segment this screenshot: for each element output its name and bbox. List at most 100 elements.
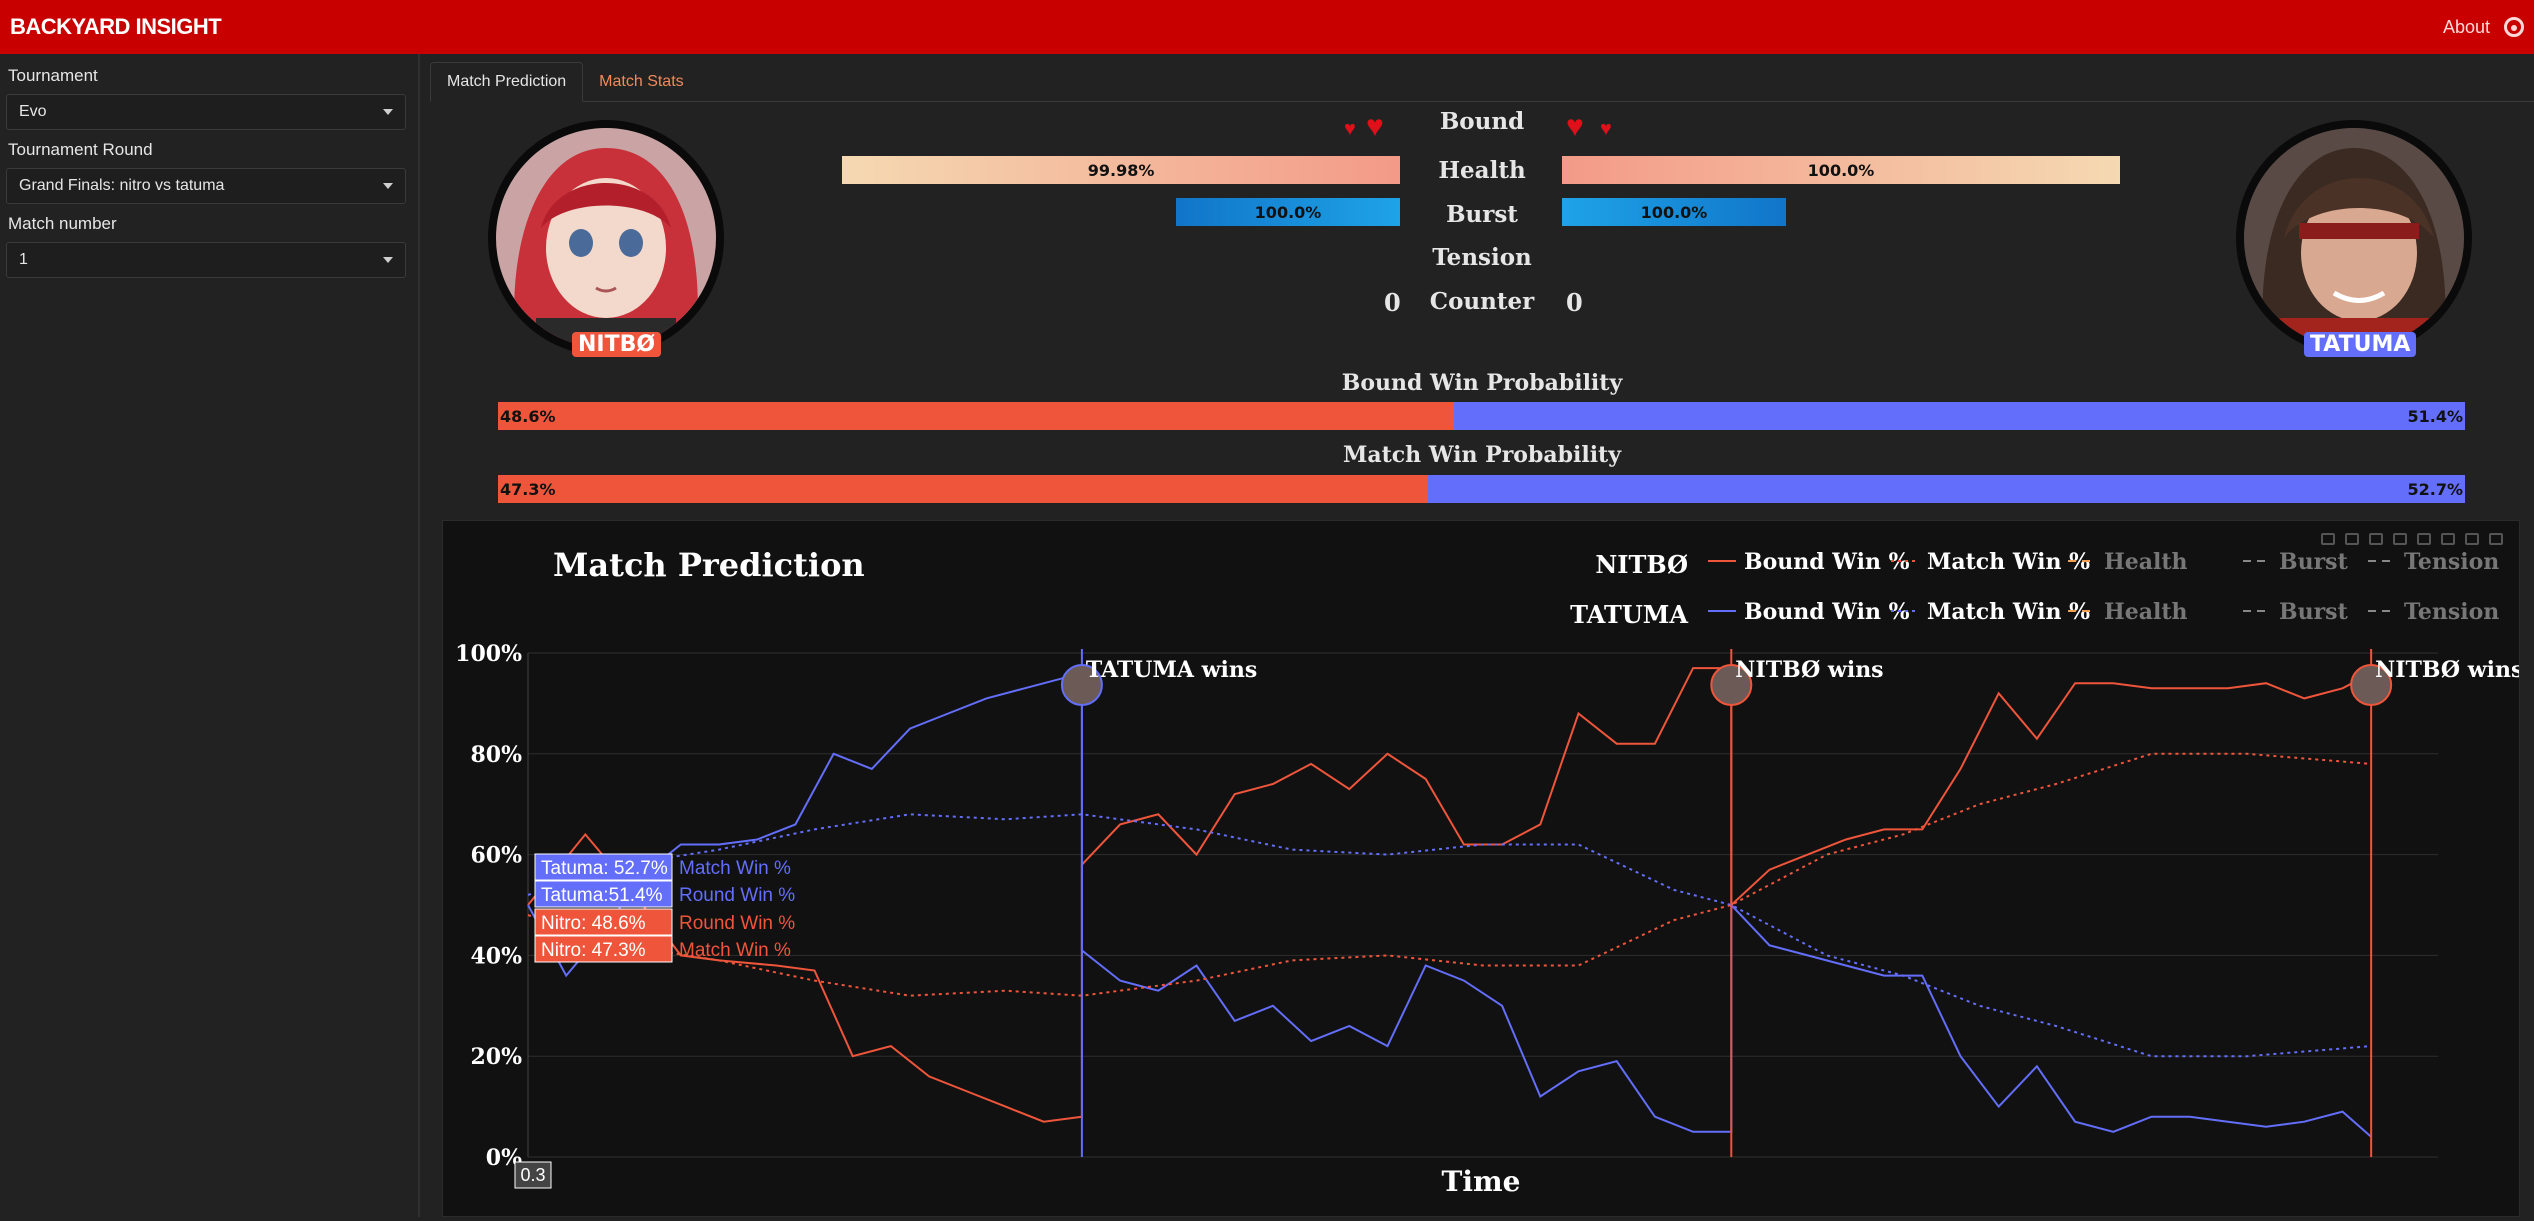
about-link[interactable]: About [2443, 17, 2490, 38]
round-value: Grand Finals: nitro vs tatuma [19, 177, 225, 194]
nitro-avatar [496, 128, 716, 348]
match-win-probability-title: Match Win Probability [1343, 442, 1621, 468]
right-player-name: TATUMA [2304, 332, 2417, 357]
tatuma-avatar [2244, 128, 2464, 348]
match-win-left-segment: 47.3% [498, 475, 1429, 503]
round-win-right-value: 51.4% [2407, 406, 2463, 426]
hover-value: Tatuma: 52.7% [541, 858, 668, 879]
left-round-heart-icon: ♥ [1344, 118, 1356, 140]
y-tick-label: 80% [470, 742, 522, 768]
chart-hover-labels: Tatuma: 52.7% Match Win % Tatuma:51.4% Roun… [514, 853, 795, 1189]
legend-player-name: NITBØ [1595, 550, 1688, 579]
y-tick-label: 100% [455, 641, 522, 667]
match-win-right-value: 52.7% [2407, 479, 2463, 499]
right-burst-value: 100.0% [1640, 202, 1708, 222]
chart-x-axis-title: Time [1442, 1165, 1521, 1198]
chevron-down-icon [383, 257, 393, 263]
right-round-heart-icon: ♥ [1600, 118, 1612, 140]
right-round-heart-icon: ♥ [1566, 110, 1584, 143]
brand-title[interactable]: BACKYARD INSIGHT [10, 14, 222, 40]
legend-entry-label: Bound Win % [1744, 599, 1910, 625]
right-health-bar: 100.0% [1562, 156, 2120, 184]
legend-entry-label: Health [2104, 549, 2188, 575]
legend-entry-label: Burst [2279, 599, 2349, 625]
hover-value: Nitro: 47.3% [541, 940, 646, 961]
health-label: Health [1438, 157, 1526, 184]
left-burst-bar: 100.0% [1176, 198, 1400, 226]
zoom-icon[interactable] [2345, 533, 2359, 545]
sidebar: Tournament Evo Tournament Round Grand Fi… [0, 54, 420, 1217]
event-label: TATUMA wins [1086, 657, 1257, 683]
right-player-portrait [2236, 120, 2472, 356]
chart-series [527, 667, 2372, 1138]
legend-entry-label: Match Win % [1927, 549, 2090, 575]
hover-value: Nitro: 48.6% [541, 913, 646, 934]
navbar-right: About [2443, 17, 2524, 38]
chart-title: Match Prediction [553, 546, 865, 584]
chevron-down-icon [383, 183, 393, 189]
round-win-left-value: 48.6% [500, 406, 556, 426]
round-label: Tournament Round [8, 140, 153, 159]
left-player-name: NITBØ [572, 332, 662, 357]
match-prediction-chart[interactable]: 0% 20% 40% 60% 80% 100% TATUMA wins NITBØ wins… [442, 520, 2523, 1217]
hover-value: Tatuma:51.4% [541, 885, 663, 906]
hover-series: Match Win % [679, 858, 791, 879]
match-number-value: 1 [19, 251, 28, 268]
autoscale-icon[interactable] [2441, 533, 2455, 545]
match-win-right-segment: 52.7% [1428, 475, 2465, 503]
tab-match-stats[interactable]: Match Stats [583, 62, 699, 102]
hover-x-label: 0.3 [520, 1165, 545, 1185]
home-icon[interactable] [2465, 533, 2479, 545]
tension-label: Tension [1432, 244, 1532, 271]
chart-events: TATUMA wins NITBØ wins NITBØ wins [1060, 649, 2523, 1157]
series-line [527, 813, 2372, 1058]
legend-player-name: TATUMA [1570, 600, 1688, 629]
left-round-heart-icon: ♥ [1366, 110, 1384, 143]
legend-entry-label: Health [2104, 599, 2188, 625]
series-line [527, 667, 2372, 1123]
right-health-value: 100.0% [1807, 160, 1875, 180]
round-win-probability-bar: 48.6% 51.4% [498, 402, 2465, 430]
round-label: Bound [1439, 108, 1525, 135]
right-burst-bar: 100.0% [1562, 198, 1786, 226]
series-line [527, 752, 2372, 997]
zoom-in-icon[interactable] [2393, 533, 2407, 545]
chevron-down-icon [383, 109, 393, 115]
legend-entry-label: Bound Win % [1744, 549, 1910, 575]
round-win-right-segment: 51.4% [1453, 402, 2465, 430]
series-line [527, 677, 2372, 1138]
legend-entry-label: Burst [2279, 549, 2349, 575]
match-number-label: Match number [8, 214, 117, 233]
hover-series: Round Win % [679, 885, 795, 906]
github-icon[interactable] [2504, 17, 2524, 37]
match-win-left-value: 47.3% [500, 479, 556, 499]
match-number-select[interactable]: 1 [6, 242, 406, 278]
hover-series: Round Win % [679, 913, 795, 934]
tournament-label: Tournament [8, 66, 98, 85]
y-tick-label: 20% [470, 1044, 522, 1070]
plotly-logo-icon[interactable] [2489, 533, 2503, 545]
round-select[interactable]: Grand Finals: nitro vs tatuma [6, 168, 406, 204]
camera-icon[interactable] [2321, 533, 2335, 545]
pan-icon[interactable] [2369, 533, 2383, 545]
y-tick-label: 60% [470, 843, 522, 869]
burst-label: Burst [1446, 201, 1518, 228]
zoom-out-icon[interactable] [2417, 533, 2431, 545]
match-win-probability-bar: 47.3% 52.7% [498, 475, 2465, 503]
tab-bar: Match Prediction Match Stats [430, 62, 2534, 102]
tournament-value: Evo [19, 103, 47, 120]
chart-legend: NITBØ Bound Win % Match Win % Health Burst Te… [1570, 549, 2499, 629]
left-health-value: 99.98% [1087, 160, 1155, 180]
event-label: NITBØ wins [2375, 657, 2519, 683]
left-counter-value: 0 [1384, 288, 1401, 317]
left-player-portrait [488, 120, 724, 356]
right-counter-value: 0 [1566, 288, 1583, 317]
round-win-probability-title: Bound Win Probability [1341, 370, 1623, 396]
round-win-left-segment: 48.6% [498, 402, 1454, 430]
top-navbar: BACKYARD INSIGHT About [0, 0, 2534, 54]
legend-entry-label: Tension [2404, 599, 2499, 625]
tab-match-prediction[interactable]: Match Prediction [430, 62, 584, 102]
chart-svg: 0%20%40%60%80%100% TATUMA wins NITBØ wins… [455, 546, 2523, 1198]
hover-series: Match Win % [679, 940, 791, 961]
tournament-select[interactable]: Evo [6, 94, 406, 130]
